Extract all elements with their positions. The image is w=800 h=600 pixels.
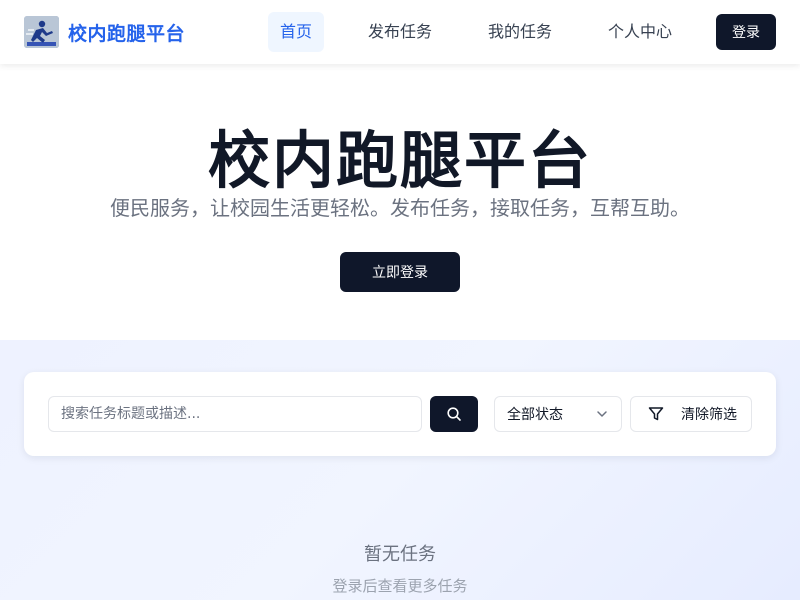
brand[interactable]: 校内跑腿平台 [24,16,185,48]
hero-section: 校内跑腿平台 便民服务，让校园生活更轻松。发布任务，接取任务，互帮互助。 立即登… [0,64,800,340]
login-button[interactable]: 登录 [716,14,776,50]
empty-state-subtitle: 登录后查看更多任务 [332,577,468,595]
search-button[interactable] [430,396,478,432]
hero-subtitle: 便民服务，让校园生活更轻松。发布任务，接取任务，互帮互助。 [110,196,690,220]
nav-item-my-tasks[interactable]: 我的任务 [476,12,564,52]
filter-icon [648,407,664,421]
hero-title: 校内跑腿平台 [207,124,592,197]
nav-links: 首页 发布任务 我的任务 个人中心 [268,12,684,52]
search-input[interactable] [48,396,422,432]
clear-filters-label: 清除筛选 [681,407,737,423]
empty-state-title: 暂无任务 [364,544,436,565]
search-icon [447,407,461,421]
top-navbar: 校内跑腿平台 首页 发布任务 我的任务 个人中心 登录 [0,0,800,64]
status-select[interactable]: 全部状态 [494,396,622,432]
status-select-value: 全部状态 [507,407,563,423]
clear-filters-button[interactable]: 清除筛选 [630,396,752,432]
chevron-down-icon [597,411,607,417]
nav-item-publish-task[interactable]: 发布任务 [356,12,444,52]
filter-bar: 全部状态 清除筛选 [24,372,776,456]
nav-item-home[interactable]: 首页 [268,12,325,52]
logo-icon [24,16,59,48]
login-now-button[interactable]: 立即登录 [340,252,460,292]
brand-name: 校内跑腿平台 [68,22,186,45]
task-list-section: 全部状态 清除筛选 暂无任务 登录后查看更多任务 [0,340,800,600]
nav-item-profile[interactable]: 个人中心 [596,12,684,52]
